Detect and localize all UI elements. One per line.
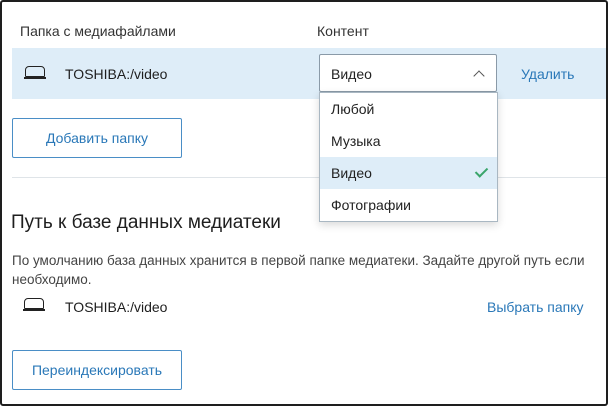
content-type-select[interactable]: Видео [319, 54, 497, 92]
add-folder-button[interactable]: Добавить папку [12, 118, 182, 158]
chevron-up-icon [473, 70, 485, 82]
dropdown-option-music[interactable]: Музыка [320, 125, 497, 157]
column-header-folder: Папка с медиафайлами [20, 23, 176, 39]
section-divider [12, 177, 606, 178]
drive-icon [23, 298, 47, 311]
column-header-content: Контент [317, 23, 369, 39]
content-type-value: Видео [331, 66, 372, 82]
media-library-panel: Папка с медиафайлами Контент TOSHIBA:/vi… [0, 0, 608, 406]
db-section-title: Путь к базе данных медиатеки [11, 212, 281, 233]
db-path: TOSHIBA:/video [65, 299, 168, 315]
content-type-dropdown-menu: Любой Музыка Видео Фотографии [319, 92, 498, 222]
media-folder-path: TOSHIBA:/video [65, 66, 168, 82]
choose-folder-link[interactable]: Выбрать папку [487, 299, 584, 315]
drive-icon [24, 66, 48, 79]
dropdown-option-video[interactable]: Видео [320, 157, 497, 189]
dropdown-option-photos[interactable]: Фотографии [320, 189, 497, 221]
reindex-button[interactable]: Переиндексировать [12, 350, 182, 390]
remove-folder-link[interactable]: Удалить [521, 66, 574, 82]
db-section-description: По умолчанию база данных хранится в перв… [12, 253, 585, 287]
checkmark-icon [474, 164, 489, 178]
dropdown-option-any[interactable]: Любой [320, 93, 497, 125]
